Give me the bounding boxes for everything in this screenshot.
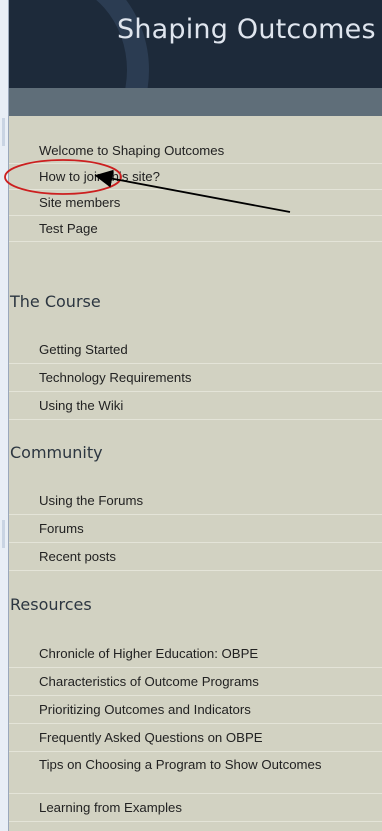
nav-item-site-members[interactable]: Site members (9, 190, 382, 216)
nav-item-how-to-join[interactable]: How to join this site? (9, 164, 382, 190)
section-heading-community: Community (10, 443, 103, 462)
site-header: Shaping Outcomes (9, 0, 382, 88)
window-left-frame (0, 0, 9, 831)
nav-item-using-the-forums[interactable]: Using the Forums (9, 487, 382, 515)
nav-item-characteristics-outcome-programs[interactable]: Characteristics of Outcome Programs (9, 668, 382, 696)
nav-item-prioritizing-outcomes[interactable]: Prioritizing Outcomes and Indicators (9, 696, 382, 724)
nav-item-test-page[interactable]: Test Page (9, 216, 382, 242)
section-heading-the-course: The Course (10, 292, 101, 311)
header-bar (9, 88, 382, 116)
frame-marker (2, 118, 5, 146)
nav-item-tips-choosing-program[interactable]: Tips on Choosing a Program to Show Outco… (9, 752, 382, 794)
nav-item-welcome[interactable]: Welcome to Shaping Outcomes (9, 138, 382, 164)
site-title[interactable]: Shaping Outcomes (117, 14, 376, 45)
nav-item-learning-from-examples[interactable]: Learning from Examples (9, 794, 382, 822)
nav-item-chronicle-obpe[interactable]: Chronicle of Higher Education: OBPE (9, 640, 382, 668)
nav-item-using-the-wiki[interactable]: Using the Wiki (9, 392, 382, 420)
top-nav: Welcome to Shaping Outcomes How to join … (9, 138, 382, 242)
sidebar-page: Shaping Outcomes Welcome to Shaping Outc… (9, 0, 382, 831)
nav-item-technology-requirements[interactable]: Technology Requirements (9, 364, 382, 392)
nav-item-forums[interactable]: Forums (9, 515, 382, 543)
section-community: Using the Forums Forums Recent posts (9, 487, 382, 571)
nav-item-getting-started[interactable]: Getting Started (9, 336, 382, 364)
section-heading-resources: Resources (10, 595, 92, 614)
section-resources: Chronicle of Higher Education: OBPE Char… (9, 640, 382, 822)
section-the-course: Getting Started Technology Requirements … (9, 336, 382, 420)
frame-marker (2, 520, 5, 548)
nav-item-faq-obpe[interactable]: Frequently Asked Questions on OBPE (9, 724, 382, 752)
nav-item-recent-posts[interactable]: Recent posts (9, 543, 382, 571)
